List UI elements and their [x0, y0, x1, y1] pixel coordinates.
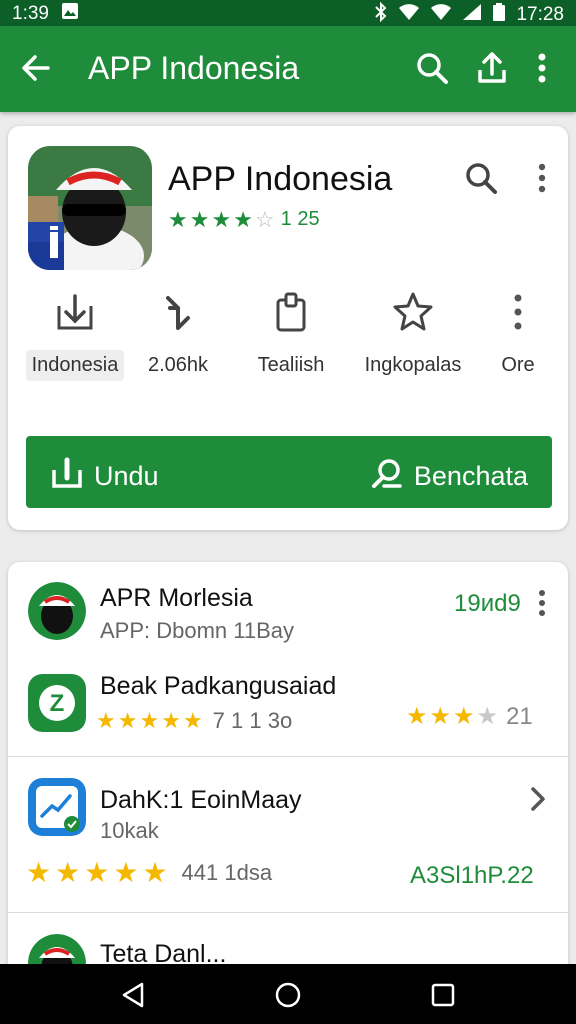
star-icon: ★	[161, 708, 181, 733]
rating-count: 1 25	[280, 208, 320, 230]
action-tealiish[interactable]: Tealiish	[236, 286, 346, 386]
status-time: 17:28	[516, 4, 564, 25]
rating-row: ★ ★ ★ ★ ☆ 1 25	[168, 208, 320, 231]
more-vert-icon[interactable]	[528, 160, 556, 196]
app-bar-title: APP Indonesia	[88, 50, 300, 86]
more-vert-icon[interactable]	[532, 588, 552, 618]
search-icon[interactable]	[414, 50, 450, 86]
svg-text:Z: Z	[50, 690, 65, 717]
leaf-icon	[370, 456, 404, 497]
star-icon: ★	[429, 703, 452, 730]
recents-square-icon[interactable]	[428, 980, 458, 1010]
app-title: APP Indonesia	[168, 160, 393, 198]
list-item-title: Beak Padkangusaiad	[100, 672, 337, 700]
star-outline-icon: ☆	[254, 206, 275, 232]
action-label: 2.06hk	[147, 354, 209, 376]
back-arrow-icon[interactable]	[18, 50, 54, 86]
download-icon	[20, 290, 130, 334]
action-label: Indonesia	[25, 350, 125, 381]
list-item[interactable]: DahK:1 EoinMaay 10kak	[8, 758, 568, 846]
list-item[interactable]: Z Beak Padkangusaiad ★ ★ ★ ★ ★ 7 1 1 3o …	[8, 658, 568, 756]
action-ingkopalas[interactable]: Ingkopalas	[353, 286, 473, 386]
chart-app-icon	[28, 778, 86, 836]
list-item[interactable]: ★ ★ ★ ★ ★ 441 1dsa A3Sl1hP.22	[8, 846, 568, 906]
battery-icon	[492, 2, 506, 28]
status-bar: 1:39 17:28	[0, 0, 576, 26]
system-nav-bar	[0, 964, 576, 1024]
star-icon: ★	[113, 857, 139, 888]
list-item-subtitle: 10kak	[100, 818, 159, 843]
app-bar: APP Indonesia	[0, 26, 576, 112]
app-icon	[28, 146, 152, 270]
share-icon[interactable]	[474, 50, 510, 86]
z-app-icon: Z	[28, 674, 86, 732]
helmet-app-icon	[28, 582, 86, 640]
bluetooth-icon	[374, 1, 388, 28]
status-left-text: 1:39	[12, 3, 49, 24]
star-outline-icon	[353, 290, 473, 334]
star-icon: ★	[26, 857, 52, 888]
list-item-title: DahK:1 EoinMaay	[100, 786, 302, 814]
star-icon: ★	[142, 857, 168, 888]
list-item-meta: 19иd9	[454, 590, 521, 617]
more-vert-icon[interactable]	[528, 50, 556, 86]
benchata-button[interactable]: Benchata	[370, 456, 528, 497]
search-icon[interactable]	[463, 160, 499, 196]
star-icon: ★	[168, 206, 188, 232]
action-size[interactable]: 2.06hk	[123, 286, 233, 386]
benchata-label: Benchata	[413, 461, 528, 491]
list-item[interactable]: APR Morlesia APP: Dbomn 11Bay 19иd9	[8, 562, 568, 658]
action-label: Tealiish	[257, 354, 325, 376]
signal-icon	[462, 3, 482, 27]
home-circle-icon[interactable]	[273, 980, 303, 1010]
app-list-card: APR Morlesia APP: Dbomn 11Bay 19иd9 Z Be…	[8, 562, 568, 982]
more-vert-icon	[478, 290, 558, 334]
list-item-title: APR Morlesia	[100, 584, 253, 612]
list-item-right-rating: ★ ★ ★ ★ 21	[406, 702, 533, 731]
star-icon: ★	[139, 708, 160, 733]
list-item-meta: A3Sl1hP.22	[410, 862, 534, 889]
wifi-icon	[430, 3, 452, 27]
back-triangle-icon[interactable]	[118, 980, 148, 1010]
list-item-subtitle: 7 1 1 3o	[212, 708, 293, 733]
star-icon: ★	[117, 708, 138, 733]
star-icon: ★	[211, 206, 232, 232]
list-item-subtitle: 441 1dsa	[181, 859, 273, 885]
share-arrow-icon	[123, 290, 233, 334]
star-icon: ★	[84, 857, 110, 888]
half-star-icon: ★	[233, 206, 253, 232]
star-icon: ★	[406, 703, 428, 730]
action-row: Indonesia 2.06hk Tealiish Ingkopalas Ore	[8, 286, 568, 386]
divider	[8, 756, 568, 757]
wifi-icon	[398, 3, 420, 27]
primary-action-button[interactable]: Undu Benchata	[26, 436, 552, 508]
image-icon	[61, 2, 79, 26]
clipboard-icon	[236, 290, 346, 334]
install-label: Undu	[94, 461, 159, 491]
action-more[interactable]: Ore	[478, 286, 558, 386]
star-icon: ★	[96, 708, 116, 733]
divider	[8, 912, 568, 913]
download-icon	[50, 456, 84, 497]
action-label: Ingkopalas	[364, 354, 462, 376]
action-label: Ore	[501, 354, 535, 376]
half-star-icon: ★	[453, 703, 475, 730]
list-item-rating: ★ ★ ★ ★ ★ 7 1 1 3o	[96, 708, 292, 734]
install-button[interactable]: Undu	[50, 456, 159, 497]
action-indonesia[interactable]: Indonesia	[20, 286, 130, 386]
star-icon: ★	[189, 206, 210, 232]
list-item-subtitle: APP: Dbomn 11Bay	[100, 618, 295, 643]
list-item-meta: 21	[506, 702, 533, 730]
list-item-rating: ★ ★ ★ ★ ★ 441 1dsa	[26, 856, 272, 889]
star-icon: ★	[476, 703, 499, 730]
chevron-right-icon[interactable]	[526, 784, 550, 814]
half-star-icon: ★	[182, 708, 203, 733]
app-detail-card: APP Indonesia ★ ★ ★ ★ ☆ 1 25 Indonesia 2…	[8, 126, 568, 530]
star-icon: ★	[55, 857, 81, 888]
